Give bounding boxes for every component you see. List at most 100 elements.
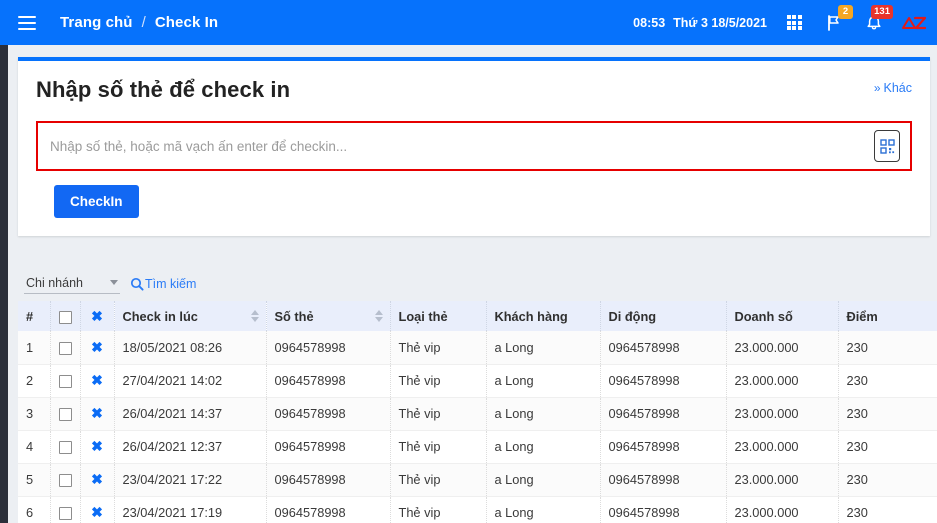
cell-checkin-time: 27/04/2021 14:02 xyxy=(114,364,267,398)
cell-revenue: 23.000.000 xyxy=(726,496,839,523)
row-checkbox[interactable] xyxy=(58,474,72,488)
table-row[interactable]: 3 ✖ 26/04/2021 14:37 0964578998 Thẻ vip a Lon… xyxy=(18,397,937,431)
cell-mobile: 0964578998 xyxy=(600,463,727,497)
row-checkbox[interactable] xyxy=(58,507,72,521)
table-row[interactable]: 1 ✖ 18/05/2021 08:26 0964578998 Thẻ vip a Lon… xyxy=(18,331,937,365)
cell-row-checkbox xyxy=(50,463,81,497)
column-header-points: Điểm xyxy=(838,301,937,331)
qr-scan-button[interactable] xyxy=(874,130,900,162)
cell-revenue: 23.000.000 xyxy=(726,364,839,398)
cell-points: 230 xyxy=(838,364,937,398)
filter-toolbar: Chi nhánh Tìm kiếm xyxy=(18,271,937,297)
cell-row-checkbox xyxy=(50,496,81,523)
cell-index: 3 xyxy=(18,397,51,431)
cell-row-delete: ✖ xyxy=(80,331,115,365)
clock-time: 08:53 xyxy=(633,15,666,30)
page-content: Nhập số thẻ để check in » Khác Nhập số t… xyxy=(8,45,937,523)
row-checkbox[interactable] xyxy=(58,341,72,355)
x-delete-icon[interactable]: ✖ xyxy=(91,373,103,387)
az-logo-button[interactable] xyxy=(901,10,927,36)
row-checkbox[interactable] xyxy=(58,408,72,422)
cell-checkin-time: 23/04/2021 17:22 xyxy=(114,463,267,497)
cell-mobile: 0964578998 xyxy=(600,331,727,365)
cell-revenue: 23.000.000 xyxy=(726,331,839,365)
table-row[interactable]: 4 ✖ 26/04/2021 12:37 0964578998 Thẻ vip a Lon… xyxy=(18,430,937,464)
checkin-button-row: CheckIn xyxy=(36,171,912,230)
cell-row-delete: ✖ xyxy=(80,397,115,431)
cell-card-type: Thẻ vip xyxy=(390,430,487,464)
hamburger-bar xyxy=(18,21,36,24)
table-body: 1 ✖ 18/05/2021 08:26 0964578998 Thẻ vip a Lon… xyxy=(18,331,937,523)
bell-badge: 131 xyxy=(871,4,893,19)
cell-index: 2 xyxy=(18,364,51,398)
breadcrumb-separator: / xyxy=(141,14,146,31)
cell-points: 230 xyxy=(838,397,937,431)
cell-card-number: 0964578998 xyxy=(266,463,391,497)
cell-row-checkbox xyxy=(50,397,81,431)
cell-mobile: 0964578998 xyxy=(600,397,727,431)
cell-index: 5 xyxy=(18,463,51,497)
search-label: Tìm kiếm xyxy=(145,277,197,291)
column-header-delete: ✖ xyxy=(80,301,115,331)
sort-indicator-icon xyxy=(374,310,383,322)
cell-card-type: Thẻ vip xyxy=(390,463,487,497)
row-checkbox[interactable] xyxy=(58,375,72,389)
search-button[interactable]: Tìm kiếm xyxy=(130,277,196,291)
breadcrumb-current[interactable]: Check In xyxy=(155,14,218,31)
select-all-checkbox[interactable] xyxy=(58,310,72,324)
cell-card-number: 0964578998 xyxy=(266,364,391,398)
sort-indicator-icon xyxy=(250,310,259,322)
column-header-checkin-time[interactable]: Check in lúc xyxy=(114,301,267,331)
cell-row-delete: ✖ xyxy=(80,463,115,497)
hamburger-menu-icon[interactable] xyxy=(10,9,44,37)
cell-index: 6 xyxy=(18,496,51,523)
cell-card-type: Thẻ vip xyxy=(390,331,487,365)
table-row[interactable]: 6 ✖ 23/04/2021 17:19 0964578998 Thẻ vip a Lon… xyxy=(18,496,937,523)
more-options-link[interactable]: » Khác xyxy=(874,77,912,95)
cell-row-delete: ✖ xyxy=(80,364,115,398)
cell-index: 1 xyxy=(18,331,51,365)
table-row[interactable]: 2 ✖ 27/04/2021 14:02 0964578998 Thẻ vip a Lon… xyxy=(18,364,937,398)
cell-customer: a Long xyxy=(486,397,601,431)
card-number-input[interactable] xyxy=(38,123,874,169)
checkin-card: Nhập số thẻ để check in » Khác Nhập số t… xyxy=(18,57,930,236)
table-header-row: # ✖ Check in lúc Số thẻ Loại thẻ Khách h… xyxy=(18,301,937,331)
column-header-index: # xyxy=(18,301,51,331)
breadcrumb: Trang chủ / Check In xyxy=(60,14,218,31)
x-delete-icon[interactable]: ✖ xyxy=(91,472,103,486)
branch-select[interactable]: Chi nhánh xyxy=(24,274,120,294)
cell-checkin-time: 26/04/2021 14:37 xyxy=(114,397,267,431)
cell-row-checkbox xyxy=(50,331,81,365)
cell-row-checkbox xyxy=(50,430,81,464)
clock-display: 08:53 Thứ 3 18/5/2021 xyxy=(633,16,767,30)
cell-index: 4 xyxy=(18,430,51,464)
cell-checkin-time: 18/05/2021 08:26 xyxy=(114,331,267,365)
cell-card-number: 0964578998 xyxy=(266,397,391,431)
x-delete-icon[interactable]: ✖ xyxy=(91,340,103,354)
x-delete-icon[interactable]: ✖ xyxy=(91,309,103,323)
bell-notifications-button[interactable]: 131 xyxy=(861,4,893,36)
table-row[interactable]: 5 ✖ 23/04/2021 17:22 0964578998 Thẻ vip a Lon… xyxy=(18,463,937,497)
breadcrumb-home[interactable]: Trang chủ xyxy=(60,14,133,31)
cell-card-number: 0964578998 xyxy=(266,496,391,523)
apps-grid-button[interactable] xyxy=(781,10,807,36)
cell-row-delete: ✖ xyxy=(80,430,115,464)
az-logo-icon xyxy=(902,16,926,29)
hamburger-bar xyxy=(18,27,36,30)
checkin-button[interactable]: CheckIn xyxy=(54,185,139,218)
page-title: Nhập số thẻ để check in xyxy=(36,77,291,102)
x-delete-icon[interactable]: ✖ xyxy=(91,505,103,519)
grid-apps-icon xyxy=(786,15,802,30)
column-header-revenue: Doanh số xyxy=(726,301,839,331)
cell-customer: a Long xyxy=(486,463,601,497)
x-delete-icon[interactable]: ✖ xyxy=(91,406,103,420)
x-delete-icon[interactable]: ✖ xyxy=(91,439,103,453)
column-header-select-all xyxy=(50,301,81,331)
cell-customer: a Long xyxy=(486,364,601,398)
search-icon xyxy=(130,277,144,291)
flag-notifications-button[interactable]: 2 xyxy=(821,4,853,36)
cell-revenue: 23.000.000 xyxy=(726,430,839,464)
topbar-right-group: 08:53 Thứ 3 18/5/2021 2 131 xyxy=(633,4,937,36)
column-header-card-number[interactable]: Số thẻ xyxy=(266,301,391,331)
row-checkbox[interactable] xyxy=(58,441,72,455)
